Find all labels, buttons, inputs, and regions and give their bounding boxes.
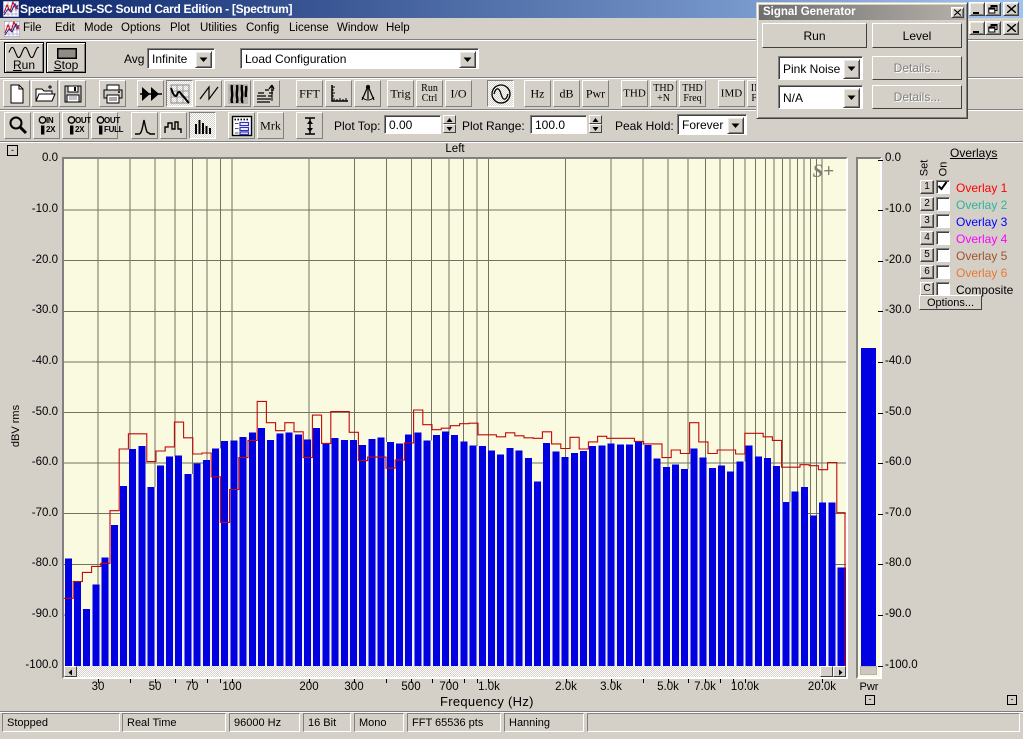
svg-text:S+: S+	[813, 161, 834, 182]
